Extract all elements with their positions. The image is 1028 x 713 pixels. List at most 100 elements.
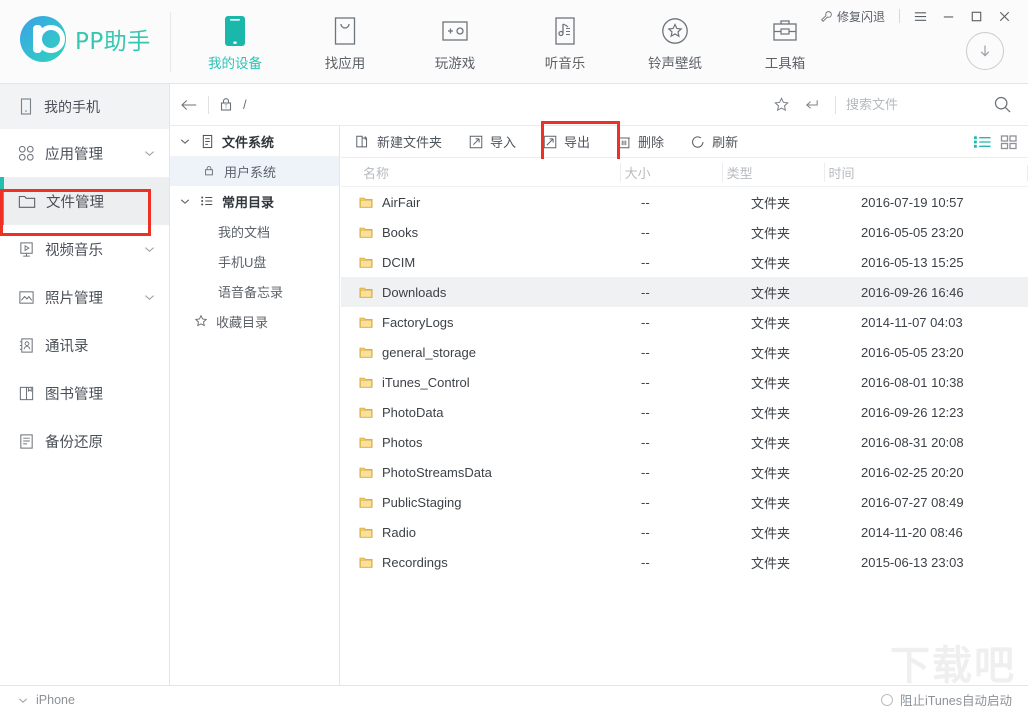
nav-divider	[170, 12, 171, 72]
table-row[interactable]: DCIM--文件夹2016-05-13 15:25	[341, 247, 1028, 277]
tree-node-common-directories[interactable]: 常用目录	[170, 186, 339, 216]
new-folder-button[interactable]: 新建文件夹	[355, 132, 442, 151]
sidebar-item-video-music[interactable]: 视频音乐	[0, 225, 169, 273]
toolbar-label: 删除	[638, 132, 664, 151]
svg-text:T: T	[224, 104, 227, 110]
chevron-down-icon[interactable]	[178, 138, 192, 145]
folder-icon	[359, 196, 373, 209]
table-row[interactable]: general_storage--文件夹2016-05-05 23:20	[341, 337, 1028, 367]
nav-item-ringtones-wallpapers[interactable]: 铃声壁纸	[620, 8, 730, 76]
file-size-cell: --	[641, 375, 751, 390]
radio-icon[interactable]	[881, 694, 893, 706]
new-folder-icon	[355, 134, 371, 150]
back-arrow-icon[interactable]	[170, 98, 208, 112]
column-header-type[interactable]: 类型	[722, 163, 824, 182]
breadcrumb-path[interactable]: /	[243, 97, 247, 112]
table-row[interactable]: Recordings--文件夹2015-06-13 23:03	[341, 547, 1028, 577]
sidebar-item-file-management[interactable]: 文件管理	[0, 177, 169, 225]
column-header-size[interactable]: 大小	[620, 163, 722, 182]
tree-node-label: 用户系统	[224, 162, 276, 181]
fix-crash-button[interactable]: 修复闪退	[812, 8, 893, 25]
sidebar-item-book-management[interactable]: 图书管理	[0, 369, 169, 417]
delete-button[interactable]: 删除	[616, 132, 664, 151]
table-row[interactable]: Radio--文件夹2014-11-20 08:46	[341, 517, 1028, 547]
export-icon	[542, 134, 558, 150]
file-name: AirFair	[382, 195, 420, 210]
file-time-cell: 2016-08-01 10:38	[861, 375, 1021, 390]
download-circle-icon[interactable]	[966, 32, 1004, 70]
search-icon[interactable]	[988, 91, 1016, 119]
file-type-cell: 文件夹	[751, 253, 861, 272]
maximize-icon[interactable]	[962, 5, 990, 27]
table-row[interactable]: Books--文件夹2016-05-05 23:20	[341, 217, 1028, 247]
file-time-cell: 2016-07-27 08:49	[861, 495, 1021, 510]
file-type-cell: 文件夹	[751, 493, 861, 512]
nav-item-play-games[interactable]: 玩游戏	[400, 8, 510, 76]
column-header-time[interactable]: 时间	[824, 163, 1027, 182]
table-row[interactable]: PhotoData--文件夹2016-09-26 12:23	[341, 397, 1028, 427]
nav-label: 我的设备	[208, 52, 262, 72]
import-button[interactable]: 导入	[468, 132, 516, 151]
tree-node-label: 手机U盘	[218, 252, 266, 271]
tree-node-phone-udisk[interactable]: 手机U盘	[170, 246, 339, 276]
window-controls-divider	[899, 9, 900, 23]
list-view-icon[interactable]	[973, 134, 992, 150]
chevron-down-icon	[144, 240, 155, 258]
table-row[interactable]: iTunes_Control--文件夹2016-08-01 10:38	[341, 367, 1028, 397]
file-name-cell: general_storage	[341, 345, 641, 360]
sidebar-item-my-phone[interactable]: 我的手机	[0, 84, 169, 129]
file-time-cell: 2016-09-26 12:23	[861, 405, 1021, 420]
block-itunes-toggle[interactable]: 阻止iTunes自动启动	[881, 690, 1028, 709]
table-row[interactable]: PhotoStreamsData--文件夹2016-02-25 20:20	[341, 457, 1028, 487]
export-button[interactable]: 导出	[542, 132, 590, 151]
search-input[interactable]	[846, 97, 986, 112]
block-itunes-label: 阻止iTunes自动启动	[900, 690, 1012, 709]
main-nav: 我的设备 找应用 玩游戏 听音乐	[180, 8, 840, 78]
refresh-icon	[690, 134, 706, 150]
lock-icon[interactable]: T	[209, 97, 243, 113]
tree-node-my-documents[interactable]: 我的文档	[170, 216, 339, 246]
minimize-icon[interactable]	[934, 5, 962, 27]
tree-node-voice-memos[interactable]: 语音备忘录	[170, 276, 339, 306]
grid-view-icon[interactable]	[1000, 134, 1018, 150]
folder-icon	[359, 256, 373, 269]
folder-icon	[359, 346, 373, 359]
device-label: iPhone	[36, 693, 75, 707]
star-outline-icon[interactable]	[767, 91, 795, 119]
file-size-cell: --	[641, 405, 751, 420]
device-selector[interactable]: iPhone	[0, 691, 75, 709]
file-name: DCIM	[382, 255, 415, 270]
star-circle-icon	[660, 14, 690, 48]
file-type-cell: 文件夹	[751, 463, 861, 482]
chevron-down-icon	[144, 288, 155, 306]
sidebar-item-app-management[interactable]: 应用管理	[0, 129, 169, 177]
tree-node-file-system[interactable]: 文件系统	[170, 126, 339, 156]
nav-item-find-apps[interactable]: 找应用	[290, 8, 400, 76]
column-header-name[interactable]: 名称	[341, 163, 620, 182]
enter-arrow-icon[interactable]	[797, 91, 825, 119]
close-icon[interactable]	[990, 5, 1018, 27]
device-phone-icon	[18, 98, 34, 115]
hamburger-menu-icon[interactable]	[906, 5, 934, 27]
status-bar: iPhone 阻止iTunes自动启动	[0, 685, 1028, 713]
table-row[interactable]: AirFair--文件夹2016-07-19 10:57	[341, 187, 1028, 217]
file-time-cell: 2016-05-05 23:20	[861, 345, 1021, 360]
chevron-down-icon[interactable]	[178, 198, 192, 205]
video-play-icon	[18, 241, 35, 258]
sidebar-item-backup-restore[interactable]: 备份还原	[0, 417, 169, 465]
address-bar: T /	[170, 84, 1028, 126]
nav-item-listen-music[interactable]: 听音乐	[510, 8, 620, 76]
table-row[interactable]: FactoryLogs--文件夹2014-11-07 04:03	[341, 307, 1028, 337]
nav-item-my-device[interactable]: 我的设备	[180, 8, 290, 76]
refresh-button[interactable]: 刷新	[690, 132, 738, 151]
sidebar-item-contacts[interactable]: 通讯录	[0, 321, 169, 369]
nav-label: 找应用	[325, 52, 366, 72]
tree-node-favorites[interactable]: 收藏目录	[170, 306, 339, 336]
tree-node-user-system[interactable]: 用户系统	[170, 156, 339, 186]
table-row[interactable]: PublicStaging--文件夹2016-07-27 08:49	[341, 487, 1028, 517]
file-size-cell: --	[641, 285, 751, 300]
table-row[interactable]: Downloads--文件夹2016-09-26 16:46	[341, 277, 1028, 307]
file-name: PhotoData	[382, 405, 443, 420]
table-row[interactable]: Photos--文件夹2016-08-31 20:08	[341, 427, 1028, 457]
sidebar-item-photo-management[interactable]: 照片管理	[0, 273, 169, 321]
